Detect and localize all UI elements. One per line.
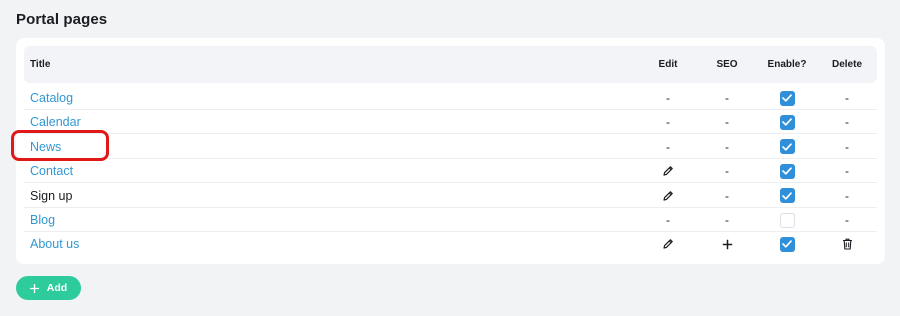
dash-placeholder: - [845, 164, 849, 179]
column-header-edit: Edit [658, 59, 678, 70]
enable-cell [775, 232, 799, 256]
plus-icon[interactable] [722, 239, 733, 250]
checkmark-icon [782, 240, 792, 249]
dash-placeholder: - [725, 188, 729, 203]
dash-placeholder: - [725, 91, 729, 105]
delete-empty: - [835, 159, 859, 183]
pencil-icon[interactable] [662, 165, 674, 177]
dash-placeholder: - [845, 139, 849, 154]
add-button[interactable]: Add [16, 276, 81, 300]
table-row-about-us: About us [24, 232, 877, 256]
column-header-seo: SEO [716, 59, 738, 70]
trash-icon[interactable] [842, 238, 853, 250]
enable-checkbox[interactable] [779, 90, 795, 106]
seo-empty: - [715, 184, 739, 208]
enable-checkbox[interactable] [779, 163, 795, 179]
enable-cell [775, 110, 799, 134]
delete-empty: - [835, 208, 859, 232]
dash-placeholder: - [845, 188, 849, 203]
enable-checkbox[interactable] [779, 188, 795, 204]
dash-placeholder: - [666, 115, 670, 130]
table-row-calendar: Calendar - - - [24, 110, 877, 135]
dash-placeholder: - [725, 139, 729, 154]
enable-cell [775, 184, 799, 208]
column-header-delete: Delete [831, 59, 863, 70]
delete-empty: - [835, 110, 859, 134]
dash-placeholder: - [725, 213, 729, 227]
page-title-link[interactable]: About us [30, 232, 79, 256]
portal-pages-card: Title Edit SEO Enable? Delete Catalog - - -… [16, 38, 885, 264]
checkmark-icon [782, 167, 792, 175]
page-title-link[interactable]: News [30, 135, 61, 159]
dash-placeholder: - [666, 213, 670, 227]
edit-empty: - [656, 135, 680, 159]
pencil-icon[interactable] [662, 238, 674, 250]
dash-placeholder: - [725, 115, 729, 130]
dash-placeholder: - [666, 139, 670, 154]
table-row-blog: Blog - - - [24, 208, 877, 232]
seo-empty: - [715, 110, 739, 134]
dash-placeholder: - [725, 164, 729, 179]
seo-empty: - [715, 159, 739, 183]
edit-button[interactable] [656, 232, 680, 256]
edit-empty: - [656, 86, 680, 110]
checkmark-icon [782, 94, 792, 102]
delete-empty: - [835, 86, 859, 110]
edit-button[interactable] [656, 159, 680, 183]
table-row-news: News - - - [24, 135, 877, 159]
enable-cell [775, 208, 799, 232]
page-title-link[interactable]: Blog [30, 208, 55, 232]
seo-button[interactable] [715, 232, 739, 256]
enable-checkbox[interactable] [779, 114, 795, 130]
dash-placeholder: - [845, 91, 849, 105]
delete-button[interactable] [835, 232, 859, 256]
dash-placeholder: - [845, 115, 849, 130]
table-row-catalog: Catalog - - - [24, 86, 877, 110]
page-title: Portal pages [16, 11, 108, 28]
table-row-sign-up: Sign up - - [24, 184, 877, 208]
delete-empty: - [835, 184, 859, 208]
enable-cell [775, 159, 799, 183]
enable-checkbox[interactable] [779, 212, 795, 228]
seo-empty: - [715, 135, 739, 159]
edit-empty: - [656, 110, 680, 134]
delete-empty: - [835, 135, 859, 159]
page-title-text: Sign up [30, 188, 73, 203]
dash-placeholder: - [666, 91, 670, 105]
seo-empty: - [715, 208, 739, 232]
enable-cell [775, 135, 799, 159]
column-header-title: Title [30, 59, 51, 70]
column-header-enable: Enable? [767, 59, 807, 70]
enable-checkbox[interactable] [779, 236, 795, 252]
table-header: Title Edit SEO Enable? Delete [24, 46, 877, 83]
checkmark-icon [782, 118, 792, 127]
edit-empty: - [656, 208, 680, 232]
page-title-link[interactable]: Contact [30, 159, 73, 183]
enable-cell [775, 86, 799, 110]
table-row-contact: Contact - - [24, 159, 877, 184]
dash-placeholder: - [845, 213, 849, 227]
enable-checkbox[interactable] [779, 139, 795, 155]
checkmark-icon [782, 143, 792, 151]
plus-icon [29, 283, 39, 293]
add-button-label: Add [46, 282, 68, 294]
checkmark-icon [782, 191, 792, 200]
page-title-link[interactable]: Calendar [30, 110, 81, 134]
seo-empty: - [715, 86, 739, 110]
edit-button[interactable] [656, 184, 680, 208]
page-title-link[interactable]: Catalog [30, 86, 73, 110]
pencil-icon[interactable] [662, 190, 674, 202]
